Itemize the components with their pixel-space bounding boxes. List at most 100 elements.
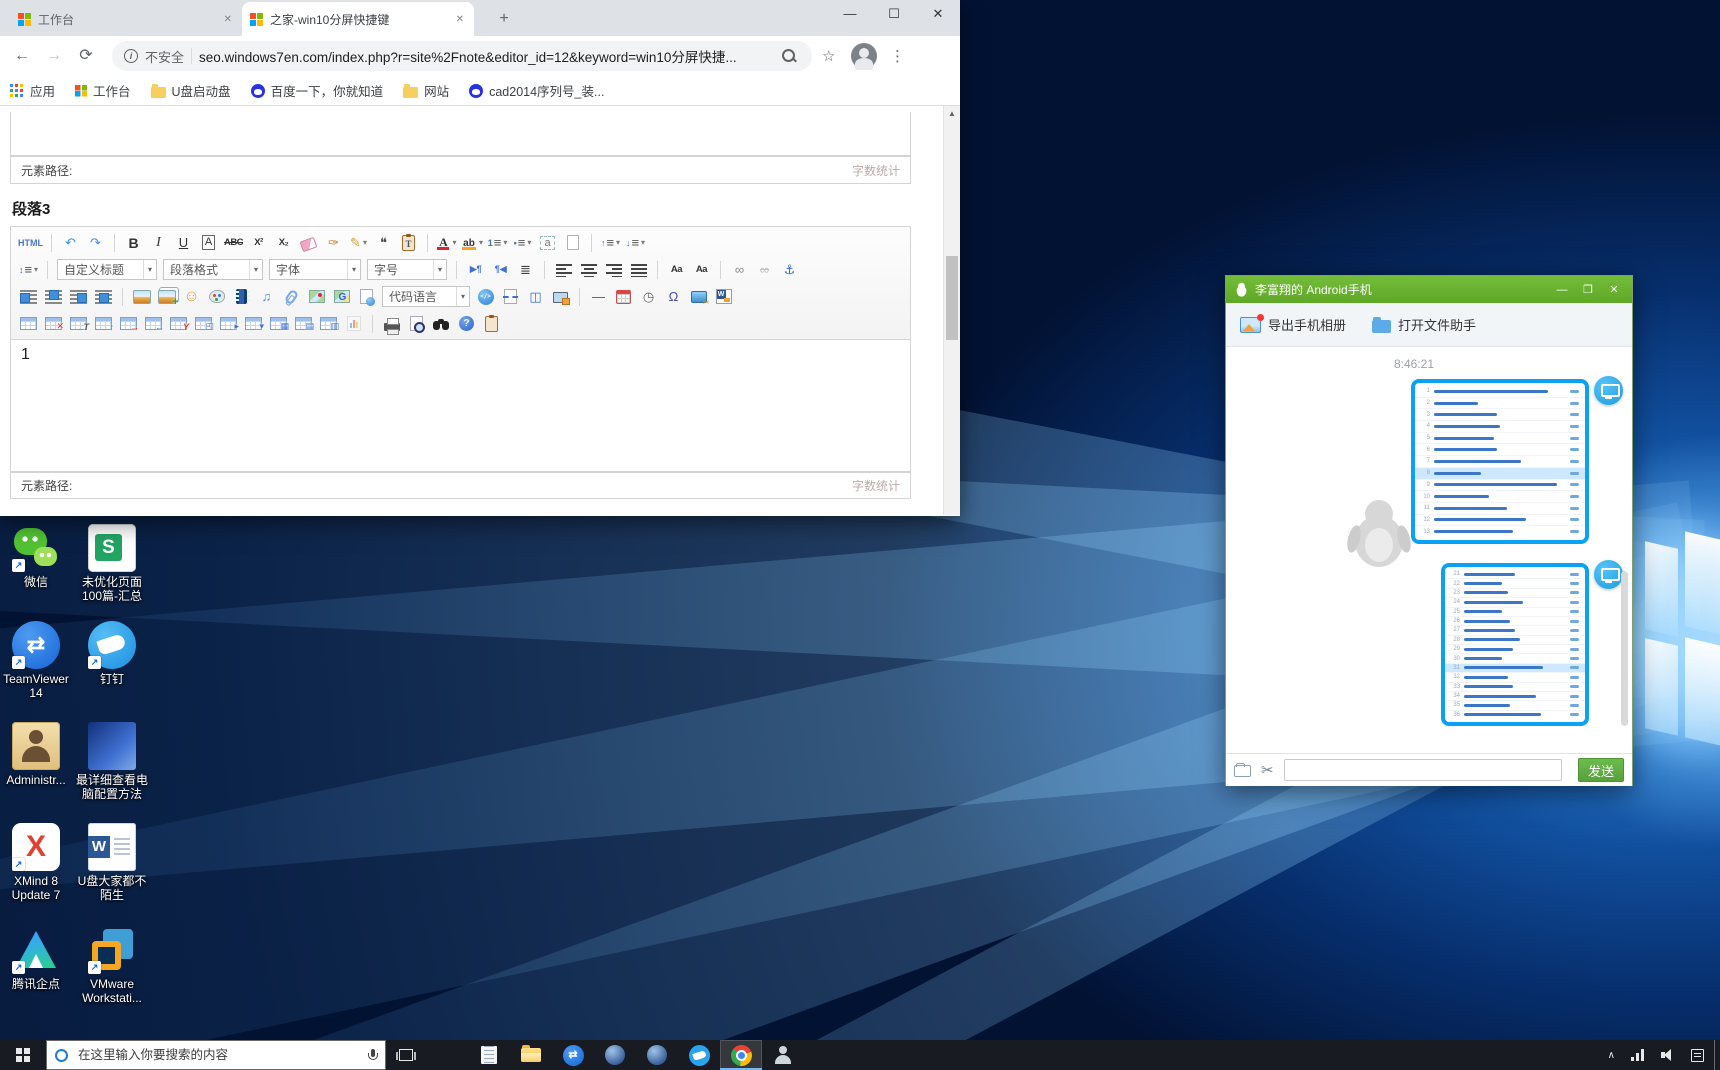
insert-image-button[interactable] bbox=[130, 286, 153, 308]
qq-action-folder-open[interactable]: 打开文件助手 bbox=[1372, 315, 1476, 334]
template-button[interactable]: ◫ bbox=[524, 286, 547, 308]
delete-table-button[interactable]: ✕ bbox=[42, 313, 65, 335]
align-right-button[interactable] bbox=[602, 259, 625, 281]
format-eraser-button[interactable] bbox=[297, 232, 320, 254]
auto-typeset-button[interactable]: ✎▾ bbox=[347, 232, 370, 254]
taskbar-search[interactable] bbox=[46, 1040, 386, 1070]
task-view-button[interactable] bbox=[386, 1040, 426, 1070]
paste-plain-button[interactable]: T bbox=[397, 232, 420, 254]
editor-content-area[interactable]: 1 bbox=[10, 340, 911, 472]
img-inline-button[interactable] bbox=[42, 286, 65, 308]
reload-button[interactable]: ⟳ bbox=[72, 42, 100, 70]
desktop-icon-dingtalk[interactable]: ↗钉钉 bbox=[76, 621, 148, 686]
word-image-button[interactable] bbox=[712, 286, 735, 308]
scroll-up-arrow-icon[interactable]: ▲ bbox=[944, 106, 960, 122]
underline-button[interactable]: U bbox=[172, 232, 195, 254]
row-below-button[interactable]: ▾ bbox=[242, 313, 265, 335]
url-text[interactable]: seo.windows7en.com/index.php?r=site%2Fno… bbox=[199, 46, 771, 66]
insert-row-button[interactable]: → bbox=[117, 313, 140, 335]
qq-minimize-button[interactable]: — bbox=[1552, 284, 1572, 296]
desktop-icon-tencent-qidian[interactable]: ↗腾讯企点 bbox=[0, 926, 72, 991]
page-scrollbar[interactable]: ▲ bbox=[943, 106, 960, 515]
horizontal-rule-button[interactable]: — bbox=[587, 286, 610, 308]
code-language-select[interactable]: 代码语言▾ bbox=[382, 286, 470, 307]
source-code-button[interactable]: HTML bbox=[17, 232, 44, 254]
img-center-button[interactable] bbox=[92, 286, 115, 308]
indent-rtl-button[interactable]: ¶◀ bbox=[489, 259, 512, 281]
align-center-button[interactable] bbox=[577, 259, 600, 281]
tab-close-icon[interactable]: ✕ bbox=[222, 12, 234, 27]
help-button[interactable] bbox=[455, 313, 478, 335]
editor-content-fragment[interactable] bbox=[10, 112, 911, 156]
browser-menu-icon[interactable]: ⋮ bbox=[887, 47, 907, 65]
anchor-button[interactable]: a bbox=[536, 232, 559, 254]
back-button[interactable]: ← bbox=[8, 42, 36, 70]
attachment-button[interactable] bbox=[280, 286, 303, 308]
first-line-indent-button[interactable]: ≣ bbox=[514, 259, 537, 281]
bold-button[interactable]: B bbox=[122, 232, 145, 254]
subscript-button[interactable]: X₂ bbox=[272, 232, 295, 254]
desktop-icon-vmware-workstation[interactable]: ↗VMwareWorkstati... bbox=[76, 926, 148, 1005]
row-right-button[interactable]: ▸ bbox=[217, 313, 240, 335]
print-button[interactable] bbox=[380, 313, 403, 335]
special-chars-button[interactable]: Ω bbox=[662, 286, 685, 308]
blockquote-button[interactable]: ❝ bbox=[372, 232, 395, 254]
redo-button[interactable]: ↷ bbox=[84, 232, 107, 254]
bookmark-item[interactable]: 网站 bbox=[403, 81, 449, 100]
tab-close-icon[interactable]: ✕ bbox=[454, 12, 466, 27]
font-size-select[interactable]: 字号▾ bbox=[367, 259, 447, 280]
multi-image-upload-button[interactable] bbox=[155, 286, 178, 308]
bookmark-item[interactable]: cad2014序列号_装... bbox=[469, 81, 604, 100]
remove-link-button[interactable]: ∞ bbox=[753, 259, 776, 281]
insert-col-button[interactable]: ← bbox=[142, 313, 165, 335]
taskbar-app-chrome[interactable] bbox=[720, 1040, 762, 1070]
info-icon[interactable]: i bbox=[124, 49, 138, 63]
screen-share-badge-icon[interactable] bbox=[1594, 376, 1623, 405]
delete-col-button[interactable]: Y bbox=[167, 313, 190, 335]
sent-screenshot-1[interactable]: 12345678910111213 bbox=[1411, 379, 1589, 544]
insert-anchor-button[interactable]: ⚓ bbox=[778, 259, 801, 281]
taskbar-app-qq[interactable] bbox=[636, 1040, 678, 1070]
highlight-color-button[interactable]: ▾ bbox=[460, 232, 484, 254]
qq-maximize-button[interactable]: ❐ bbox=[1578, 283, 1598, 296]
insert-table-button[interactable] bbox=[17, 313, 40, 335]
insert-date-button[interactable] bbox=[612, 286, 635, 308]
screenshot-button[interactable] bbox=[687, 286, 710, 308]
insert-video-button[interactable] bbox=[230, 286, 253, 308]
to-uppercase-button[interactable]: Aa bbox=[665, 259, 688, 281]
profile-avatar[interactable] bbox=[851, 43, 877, 69]
desktop-icon-udisk-doc[interactable]: U盘大家都不陌生 bbox=[76, 823, 148, 902]
taskbar-app-dingtalk[interactable] bbox=[678, 1040, 720, 1070]
preview-button[interactable] bbox=[405, 313, 428, 335]
screen-share-badge-icon[interactable] bbox=[1594, 560, 1623, 589]
insert-link-button[interactable]: ∞ bbox=[728, 259, 751, 281]
taskbar-app-file-explorer[interactable] bbox=[510, 1040, 552, 1070]
insert-iframe-button[interactable] bbox=[355, 286, 378, 308]
undo-button[interactable]: ↶ bbox=[59, 232, 82, 254]
qq-action-photo-export[interactable]: 导出手机相册 bbox=[1240, 315, 1346, 334]
microphone-icon[interactable] bbox=[368, 1049, 377, 1062]
desktop-icon-summary-doc[interactable]: 未优化页面100篇-汇总 bbox=[76, 524, 148, 603]
search-replace-button[interactable] bbox=[430, 313, 453, 335]
align-left-button[interactable] bbox=[552, 259, 575, 281]
send-button[interactable]: 发送 bbox=[1578, 758, 1624, 782]
send-file-icon[interactable] bbox=[1234, 765, 1251, 777]
img-float-right-button[interactable] bbox=[67, 286, 90, 308]
browser-tab[interactable]: 之家-win10分屏快捷键✕ bbox=[242, 2, 474, 36]
word-count-link[interactable]: 字数统计 bbox=[852, 162, 900, 179]
img-float-left-button[interactable] bbox=[17, 286, 40, 308]
insert-music-button[interactable]: ♫ bbox=[255, 286, 278, 308]
split-rows-button[interactable]: ▤ bbox=[292, 313, 315, 335]
qq-title-bar[interactable]: 李富翔的 Android手机 — ❐ ✕ bbox=[1226, 276, 1632, 303]
sent-screenshot-2[interactable]: 21222324252627282930313233343536 bbox=[1441, 563, 1589, 726]
desktop-icon-wechat[interactable]: ↗微信 bbox=[0, 524, 72, 589]
insert-code-button[interactable] bbox=[474, 286, 497, 308]
tray-chevron-up-icon[interactable]: ∧ bbox=[1608, 1050, 1615, 1061]
browser-tab[interactable]: 工作台✕ bbox=[10, 2, 242, 36]
table-cell-button[interactable]: ◰ bbox=[192, 313, 215, 335]
screen-cast-button[interactable] bbox=[549, 286, 572, 308]
unordered-list-button[interactable]: •≡▾ bbox=[511, 232, 534, 254]
taskbar-app-ink-workspace[interactable] bbox=[426, 1040, 468, 1070]
font-family-select[interactable]: 字体▾ bbox=[269, 259, 361, 280]
desktop-icon-xmind[interactable]: ↗XMind 8Update 7 bbox=[0, 823, 72, 902]
